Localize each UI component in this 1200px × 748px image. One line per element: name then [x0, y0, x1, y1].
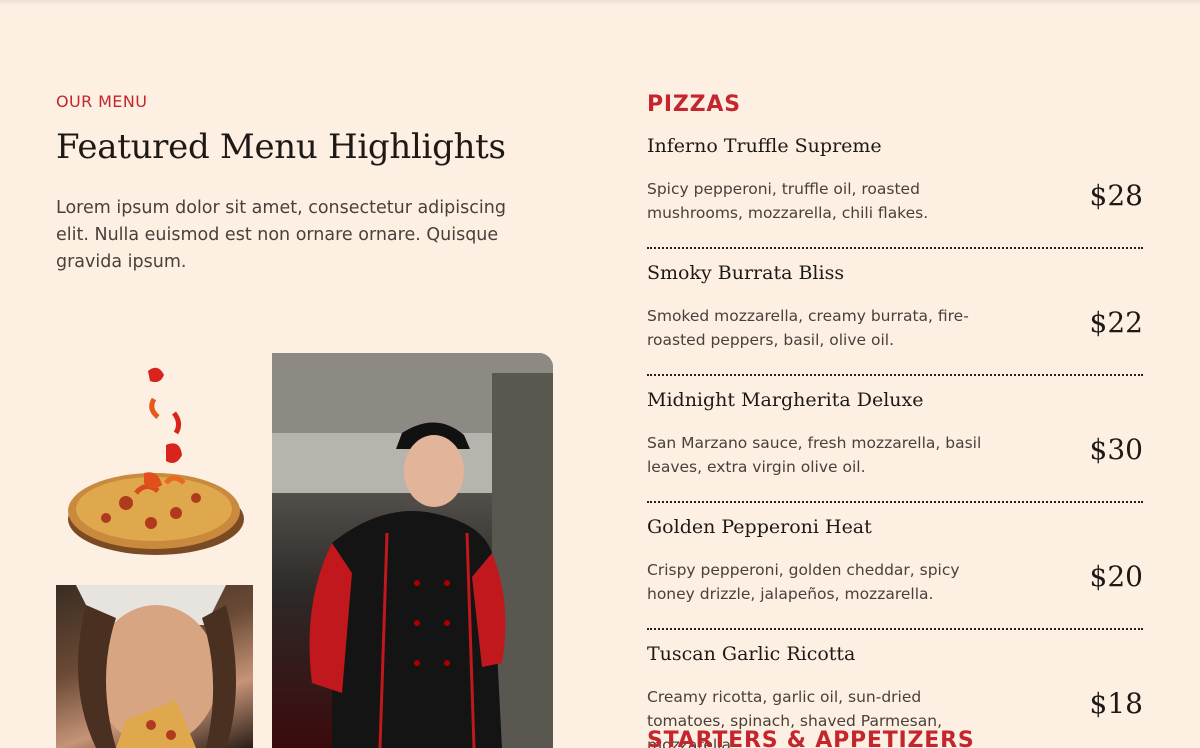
menu-list: Inferno Truffle Supreme Spicy pepperoni,… [647, 135, 1143, 748]
menu-item-description: San Marzano sauce, fresh mozzarella, bas… [647, 434, 982, 476]
menu-item-description: Crispy pepperoni, golden cheddar, spicy … [647, 561, 960, 603]
intro-paragraph: Lorem ipsum dolor sit amet, consectetur … [56, 198, 506, 272]
menu-intro: OUR MENU Featured Menu Highlights Lorem … [56, 92, 556, 276]
menu-item-price: $18 [1089, 687, 1143, 720]
menu-item-name: Midnight Margherita Deluxe [647, 389, 924, 411]
page-title: Featured Menu Highlights [56, 127, 506, 167]
menu-item-price: $28 [1089, 179, 1143, 212]
menu-item[interactable]: Golden Pepperoni Heat Crispy pepperoni, … [647, 516, 1143, 630]
section-eyebrow: OUR MENU [56, 92, 148, 111]
menu-item[interactable]: Midnight Margherita Deluxe San Marzano s… [647, 389, 1143, 503]
menu-item-description: Smoked mozzarella, creamy burrata, fire-… [647, 307, 969, 349]
menu-item-price: $20 [1089, 560, 1143, 593]
menu-item-description: Spicy pepperoni, truffle oil, roasted mu… [647, 180, 929, 222]
menu-item-name: Golden Pepperoni Heat [647, 516, 872, 538]
menu-item-name: Tuscan Garlic Ricotta [647, 643, 856, 665]
category-title-pizzas: PIZZAS [647, 92, 741, 117]
menu-section-pizzas: PIZZAS Inferno Truffle Supreme Spicy pep… [647, 92, 1143, 748]
menu-item-price: $22 [1089, 306, 1143, 339]
menu-item[interactable]: Smoky Burrata Bliss Smoked mozzarella, c… [647, 262, 1143, 376]
menu-item-name: Inferno Truffle Supreme [647, 135, 882, 157]
menu-item-price: $30 [1089, 433, 1143, 466]
pizza-image [56, 353, 253, 563]
menu-item[interactable]: Inferno Truffle Supreme Spicy pepperoni,… [647, 135, 1143, 249]
category-title-starters: STARTERS & APPETIZERS [647, 728, 975, 748]
menu-item-name: Smoky Burrata Bliss [647, 262, 845, 284]
header-shadow [0, 0, 1200, 6]
chef-image [272, 353, 553, 748]
woman-eating-pizza-image [56, 585, 253, 748]
